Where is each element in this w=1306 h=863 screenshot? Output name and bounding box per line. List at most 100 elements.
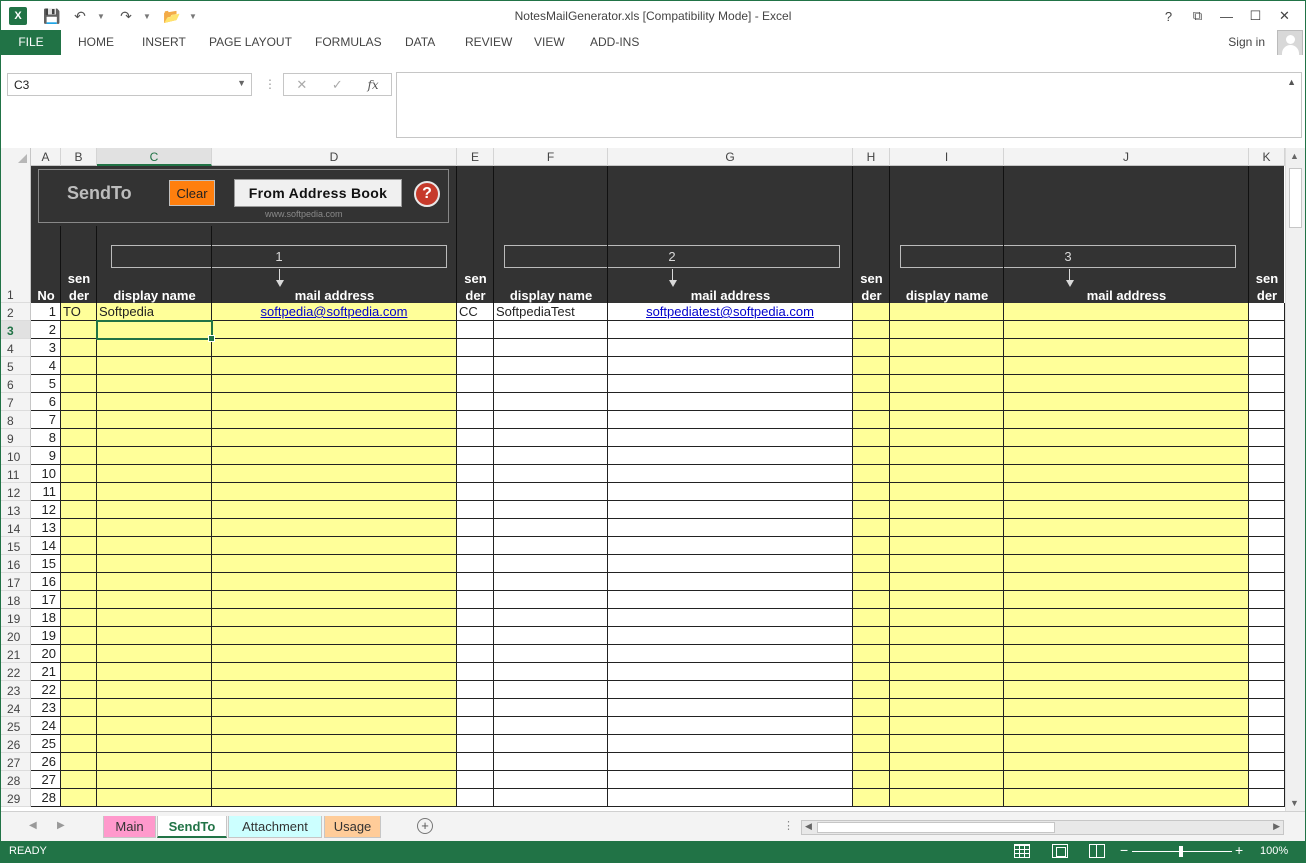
name-box-dropdown-icon[interactable]: ▼	[237, 78, 246, 88]
cell-b13[interactable]	[61, 501, 97, 519]
row-header-12[interactable]: 12	[1, 483, 31, 501]
cell-k2[interactable]	[1249, 303, 1285, 321]
cell-d16[interactable]	[212, 555, 457, 573]
cell-b15[interactable]	[61, 537, 97, 555]
cell-d24[interactable]	[212, 699, 457, 717]
cell-f17[interactable]	[494, 573, 608, 591]
cell-g4[interactable]	[608, 339, 853, 357]
cell-c26[interactable]	[97, 735, 212, 753]
cell-b28[interactable]	[61, 771, 97, 789]
cell-a25[interactable]: 24	[31, 717, 61, 735]
cell-j19[interactable]	[1004, 609, 1249, 627]
horizontal-scroll-thumb[interactable]	[817, 822, 1055, 833]
cell-d5[interactable]	[212, 357, 457, 375]
cell-i20[interactable]	[890, 627, 1004, 645]
cell-h5[interactable]	[853, 357, 890, 375]
cell-c25[interactable]	[97, 717, 212, 735]
cell-e21[interactable]	[457, 645, 494, 663]
cell-f6[interactable]	[494, 375, 608, 393]
cell-a3[interactable]: 2	[31, 321, 61, 339]
cell-c19[interactable]	[97, 609, 212, 627]
tab-formulas[interactable]: FORMULAS	[315, 30, 382, 55]
cell-d4[interactable]	[212, 339, 457, 357]
cell-d6[interactable]	[212, 375, 457, 393]
cell-i12[interactable]	[890, 483, 1004, 501]
cell-b11[interactable]	[61, 465, 97, 483]
cell-i8[interactable]	[890, 411, 1004, 429]
cell-a23[interactable]: 22	[31, 681, 61, 699]
cell-d28[interactable]	[212, 771, 457, 789]
cell-d3[interactable]	[212, 321, 457, 339]
minimize-button[interactable]: —	[1212, 5, 1241, 27]
row-header-18[interactable]: 18	[1, 591, 31, 609]
cell-j22[interactable]	[1004, 663, 1249, 681]
column-header-j[interactable]: J	[1004, 148, 1249, 166]
cell-e7[interactable]	[457, 393, 494, 411]
cell-g18[interactable]	[608, 591, 853, 609]
cell-c10[interactable]	[97, 447, 212, 465]
formula-input[interactable]: ▲	[396, 72, 1302, 138]
cell-d20[interactable]	[212, 627, 457, 645]
cell-d19[interactable]	[212, 609, 457, 627]
name-box[interactable]: C3 ▼	[7, 73, 252, 96]
cell-e5[interactable]	[457, 357, 494, 375]
cell-c3[interactable]	[97, 321, 212, 339]
cell-g19[interactable]	[608, 609, 853, 627]
cell-e4[interactable]	[457, 339, 494, 357]
cell-i13[interactable]	[890, 501, 1004, 519]
vertical-scroll-thumb[interactable]	[1289, 168, 1302, 228]
cell-f11[interactable]	[494, 465, 608, 483]
cell-h7[interactable]	[853, 393, 890, 411]
next-sheet-icon[interactable]: ▶	[57, 820, 65, 831]
cell-b27[interactable]	[61, 753, 97, 771]
cell-f28[interactable]	[494, 771, 608, 789]
worksheet-grid[interactable]: ABCDEFGHIJK 1 2 3 4 5 6 7 8 9 10 11 12 13 14 15 16 17 18 1…	[1, 148, 1305, 811]
vertical-scrollbar[interactable]: ▲ ▼	[1285, 148, 1305, 811]
cell-g15[interactable]	[608, 537, 853, 555]
cell-b5[interactable]	[61, 357, 97, 375]
cell-i19[interactable]	[890, 609, 1004, 627]
cell-k3[interactable]	[1249, 321, 1285, 339]
cell-k26[interactable]	[1249, 735, 1285, 753]
column-header-f[interactable]: F	[494, 148, 608, 166]
cell-h2[interactable]	[853, 303, 890, 321]
row-header-1[interactable]: 1	[1, 166, 31, 303]
row-header-23[interactable]: 23	[1, 681, 31, 699]
cell-c7[interactable]	[97, 393, 212, 411]
cell-a12[interactable]: 11	[31, 483, 61, 501]
cell-d14[interactable]	[212, 519, 457, 537]
close-button[interactable]: ✕	[1270, 5, 1299, 27]
cancel-icon[interactable]: ✕	[296, 77, 307, 93]
cell-b18[interactable]	[61, 591, 97, 609]
user-avatar-icon[interactable]	[1277, 30, 1303, 56]
row-header-14[interactable]: 14	[1, 519, 31, 537]
collapse-formula-bar-icon[interactable]: ▲	[1287, 77, 1296, 87]
cell-a28[interactable]: 27	[31, 771, 61, 789]
cell-d26[interactable]	[212, 735, 457, 753]
cell-c28[interactable]	[97, 771, 212, 789]
cell-e16[interactable]	[457, 555, 494, 573]
prev-sheet-icon[interactable]: ◀	[29, 820, 37, 831]
cell-j2[interactable]	[1004, 303, 1249, 321]
cell-k8[interactable]	[1249, 411, 1285, 429]
cell-k4[interactable]	[1249, 339, 1285, 357]
row-header-7[interactable]: 7	[1, 393, 31, 411]
cell-a27[interactable]: 26	[31, 753, 61, 771]
cell-a21[interactable]: 20	[31, 645, 61, 663]
cell-f12[interactable]	[494, 483, 608, 501]
cell-g10[interactable]	[608, 447, 853, 465]
cell-g5[interactable]	[608, 357, 853, 375]
cell-c24[interactable]	[97, 699, 212, 717]
cell-d15[interactable]	[212, 537, 457, 555]
tab-data[interactable]: DATA	[405, 30, 435, 55]
cell-i29[interactable]	[890, 789, 1004, 807]
cell-d22[interactable]	[212, 663, 457, 681]
cell-a8[interactable]: 7	[31, 411, 61, 429]
cell-b3[interactable]	[61, 321, 97, 339]
row-header-25[interactable]: 25	[1, 717, 31, 735]
cell-c4[interactable]	[97, 339, 212, 357]
cell-h10[interactable]	[853, 447, 890, 465]
cell-j23[interactable]	[1004, 681, 1249, 699]
cell-j9[interactable]	[1004, 429, 1249, 447]
cell-k17[interactable]	[1249, 573, 1285, 591]
